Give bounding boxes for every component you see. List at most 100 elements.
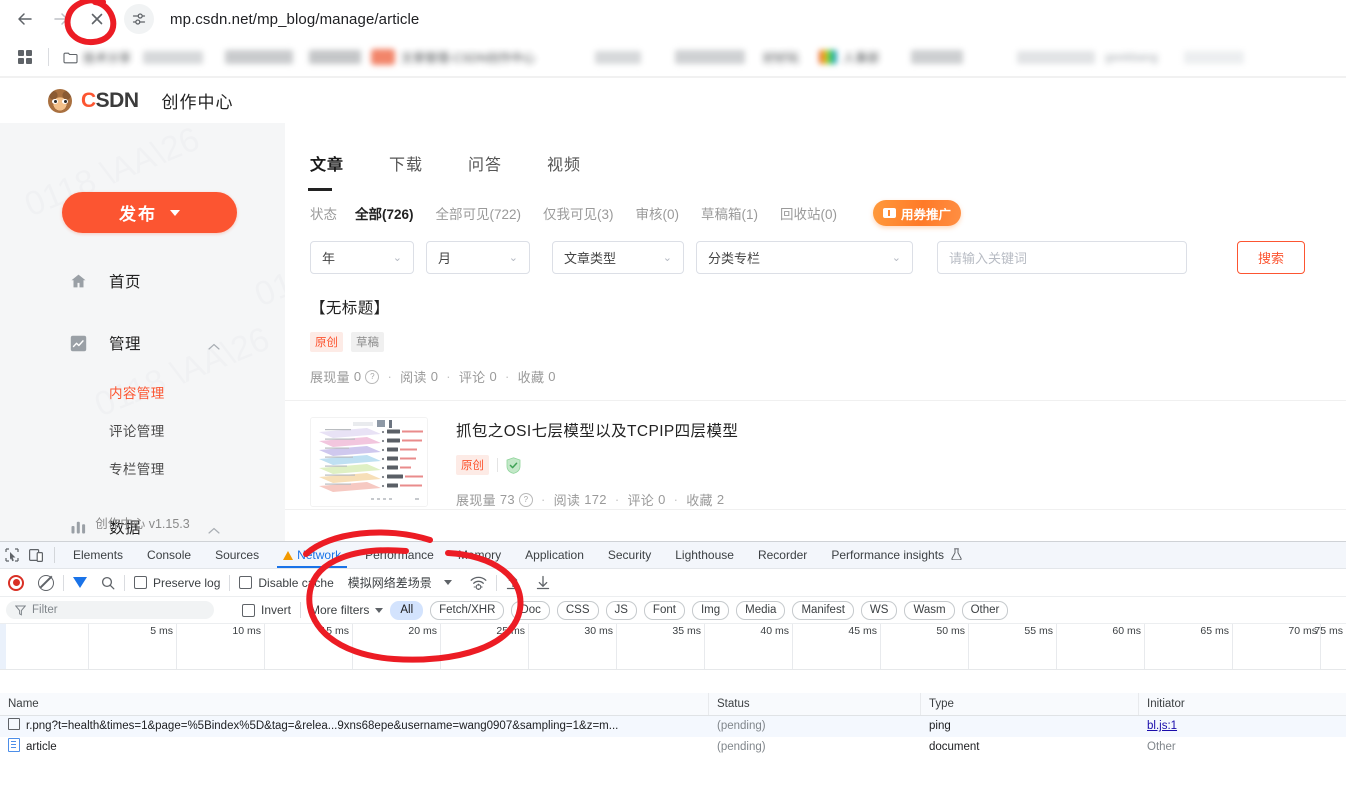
tab-downloads[interactable]: 下载 <box>379 151 433 179</box>
status-item-review[interactable]: 审核(0) <box>636 203 680 223</box>
search-icon[interactable] <box>101 576 115 590</box>
bookmark-item[interactable] <box>225 50 294 64</box>
network-timeline-ruler[interactable]: 5 ms 10 ms 15 ms 20 ms 25 ms 30 ms 35 ms… <box>0 624 1346 670</box>
tab-performance-insights[interactable]: Performance insights <box>819 542 974 568</box>
throttling-select-value[interactable]: 模拟网络差场景 <box>348 574 432 591</box>
bookmark-item[interactable] <box>1017 50 1096 64</box>
article-thumbnail[interactable] <box>310 417 428 507</box>
year-select[interactable]: 年 ⌄ <box>310 241 414 274</box>
keyword-input[interactable]: 请输入关键词 <box>937 241 1187 274</box>
tab-articles[interactable]: 文章 <box>300 151 354 191</box>
month-select[interactable]: 月 ⌄ <box>426 241 530 274</box>
help-icon[interactable]: ? <box>518 492 533 507</box>
bookmark-favicon[interactable] <box>371 49 396 65</box>
tab-memory[interactable]: Memory <box>446 542 513 568</box>
tab-performance[interactable]: Performance <box>353 542 446 568</box>
bookmark-folder[interactable]: 技术分享 <box>57 43 137 71</box>
column-header-status[interactable]: Status <box>709 693 921 715</box>
status-item-draft[interactable]: 草稿箱(1) <box>701 203 758 223</box>
network-conditions-icon[interactable] <box>470 576 487 590</box>
status-item-all[interactable]: 全部(726) <box>355 203 414 223</box>
tab-recorder[interactable]: Recorder <box>746 542 819 568</box>
filter-chip-wasm[interactable]: Wasm <box>904 600 955 620</box>
publish-button[interactable]: 发布 <box>62 192 237 233</box>
chevron-down-icon[interactable] <box>443 580 452 585</box>
filter-chip-manifest[interactable]: Manifest <box>792 600 854 620</box>
chevron-up-icon[interactable] <box>208 338 220 356</box>
category-select[interactable]: 分类专栏 ⌄ <box>696 241 913 274</box>
help-icon[interactable]: ? <box>365 369 380 384</box>
filter-chip-all[interactable]: All <box>390 600 424 620</box>
status-item-all-visible[interactable]: 全部可见(722) <box>436 203 522 223</box>
back-button[interactable] <box>8 2 42 36</box>
article-row[interactable]: 抓包之OSI七层模型以及TCPIP四层模型 原创 展现量 73 ? · 阅读 1… <box>285 401 1346 510</box>
initiator-link[interactable]: bl.js:1 <box>1147 720 1177 732</box>
tab-lighthouse[interactable]: Lighthouse <box>663 542 746 568</box>
invert-label[interactable]: Invert <box>261 603 291 617</box>
filter-chip-font[interactable]: Font <box>643 600 685 620</box>
filter-chip-js[interactable]: JS <box>605 600 637 620</box>
filter-funnel-icon[interactable] <box>73 577 87 588</box>
filter-chip-other[interactable]: Other <box>961 600 1009 620</box>
filter-chip-media[interactable]: Media <box>736 600 786 620</box>
bookmark-item[interactable] <box>675 50 746 64</box>
url-text[interactable]: mp.csdn.net/mp_blog/manage/article <box>170 11 419 28</box>
search-button[interactable]: 搜索 <box>1237 241 1305 274</box>
sidebar-item-column-manage[interactable]: 专栏管理 <box>0 449 285 487</box>
coupon-promo-badge[interactable]: 用券推广 <box>873 200 962 226</box>
status-item-only-me[interactable]: 仅我可见(3) <box>543 203 614 223</box>
record-stop-icon[interactable] <box>8 574 24 591</box>
tab-console[interactable]: Console <box>135 542 203 568</box>
tab-network[interactable]: Network <box>271 542 353 568</box>
status-item-recycle[interactable]: 回收站(0) <box>780 203 837 223</box>
bookmark-favicon[interactable] <box>819 50 838 64</box>
disable-cache-label[interactable]: Disable cache <box>258 576 333 590</box>
article-title[interactable]: 抓包之OSI七层模型以及TCPIP四层模型 <box>456 419 1321 441</box>
bookmark-item[interactable] <box>911 50 964 64</box>
article-type-select[interactable]: 文章类型 ⌄ <box>552 241 684 274</box>
filter-chip-ws[interactable]: WS <box>860 600 898 620</box>
csdn-logo[interactable]: CSDN 创作中心 <box>48 88 234 113</box>
article-title[interactable]: 【无标题】 <box>310 296 1321 318</box>
filter-input[interactable]: Filter <box>6 601 214 619</box>
sidebar-item-manage[interactable]: 管理 <box>0 325 285 361</box>
tab-sources[interactable]: Sources <box>203 542 271 568</box>
tab-security[interactable]: Security <box>596 542 663 568</box>
stop-loading-button[interactable] <box>80 2 114 36</box>
clear-network-log-icon[interactable] <box>38 574 54 591</box>
filter-chip-fetch-xhr[interactable]: Fetch/XHR <box>430 600 505 620</box>
column-header-initiator[interactable]: Initiator <box>1139 693 1346 715</box>
filter-chip-doc[interactable]: Doc <box>511 600 550 620</box>
apps-grid-icon[interactable] <box>10 44 40 70</box>
filter-chip-css[interactable]: CSS <box>556 600 599 620</box>
inspect-element-icon[interactable] <box>0 544 24 566</box>
invert-checkbox[interactable] <box>242 603 255 617</box>
tab-application[interactable]: Application <box>513 542 596 568</box>
bookmark-item[interactable] <box>1183 50 1244 64</box>
import-har-icon[interactable] <box>506 575 520 590</box>
tab-elements[interactable]: Elements <box>61 542 135 568</box>
preserve-log-label[interactable]: Preserve log <box>153 576 220 590</box>
tab-qa[interactable]: 问答 <box>458 151 512 179</box>
bookmark-item[interactable] <box>143 50 204 64</box>
article-row[interactable]: 【无标题】 原创 草稿 展现量 0 ? · 阅读 0 · 评论 0 · 收藏 0 <box>285 274 1346 401</box>
filter-chip-img[interactable]: Img <box>691 600 730 620</box>
forward-button[interactable] <box>44 2 78 36</box>
table-row[interactable]: r.png?t=health&times=1&page=%5Bindex%5D&… <box>0 716 1346 737</box>
export-har-icon[interactable] <box>536 575 550 590</box>
sidebar-item-content-manage[interactable]: 内容管理 <box>0 373 285 411</box>
sidebar-item-home[interactable]: 首页 <box>0 263 285 299</box>
sidebar-item-comment-manage[interactable]: 评论管理 <box>0 411 285 449</box>
bookmark-item[interactable] <box>309 50 362 64</box>
bookmark-item[interactable] <box>595 50 642 64</box>
more-filters-label[interactable]: More filters <box>310 603 369 617</box>
site-settings-icon[interactable] <box>124 4 154 34</box>
column-header-type[interactable]: Type <box>921 693 1139 715</box>
request-initiator-cell[interactable]: bl.js:1 <box>1139 716 1346 737</box>
disable-cache-checkbox[interactable] <box>239 576 253 589</box>
table-row[interactable]: article (pending) document Other <box>0 737 1346 758</box>
request-name-cell[interactable]: article <box>0 737 709 758</box>
preserve-log-checkbox[interactable] <box>134 576 147 589</box>
device-toolbar-icon[interactable] <box>24 544 48 566</box>
request-name-cell[interactable]: r.png?t=health&times=1&page=%5Bindex%5D&… <box>0 716 709 737</box>
